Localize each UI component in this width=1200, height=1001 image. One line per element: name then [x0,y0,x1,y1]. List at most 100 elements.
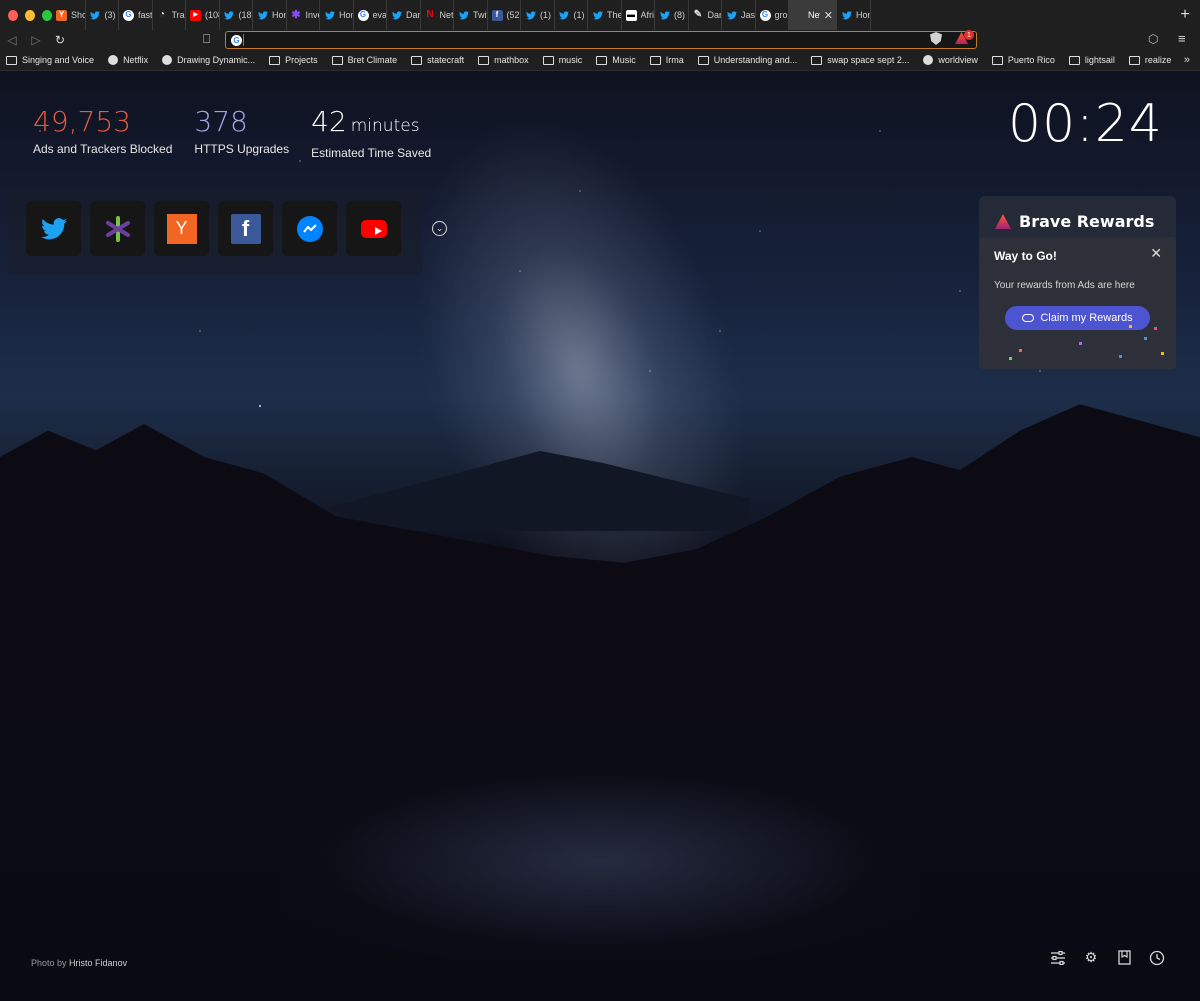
tab-label: New Ta [808,10,820,20]
bookmark-item[interactable]: Netflix [108,55,148,65]
tab[interactable]: Daniel [387,0,421,30]
bookmark-item[interactable]: realize [1128,55,1171,65]
folder-icon [269,55,281,65]
zoom-window-button[interactable] [42,9,52,21]
tab-label: Home [272,10,286,20]
top-site-youtube[interactable] [346,201,401,256]
globe-icon [923,55,934,65]
bookmark-item[interactable]: Bret Climate [331,55,397,65]
time-saved-stat: 42 minutes Estimated Time Saved [311,105,431,161]
top-site-twitter[interactable] [26,201,81,256]
tab[interactable]: Y Show [52,0,86,30]
twitter-icon [324,10,335,21]
bookmark-item[interactable]: Projects [269,55,318,65]
menu-icon[interactable]: ≡ [1178,31,1186,46]
claim-rewards-label: Claim my Rewards [1040,312,1133,324]
top-site-ycombinator[interactable]: Y [154,201,209,256]
tab-label: Twitte [473,10,487,20]
tab[interactable]: Gfast ca [119,0,153,30]
folder-icon [991,55,1003,65]
folder-icon [331,55,343,65]
back-button[interactable]: ◁ [0,33,24,47]
tab[interactable]: ◔ Tracy [153,0,186,30]
ycombinator-icon: Y [56,9,67,21]
bookmark-item[interactable]: mathbox [478,55,529,65]
reload-button[interactable]: ↻ [48,33,72,47]
tab[interactable]: Home [837,0,871,30]
bookmark-item[interactable]: music [542,55,582,65]
tab[interactable]: ✎ Daniel [689,0,722,30]
tab[interactable]: (18) H [220,0,253,30]
close-icon[interactable]: ✕ [1150,245,1162,262]
tab-label: Jason [741,10,755,20]
netflix-icon: N [426,9,434,20]
top-site-etrade[interactable] [90,201,145,256]
forward-button[interactable]: ▷ [24,33,48,47]
bookmarks-icon[interactable] [1116,949,1132,966]
bookmark-item[interactable]: Puerto Rico [991,55,1055,65]
rewards-title: Brave Rewards [1019,212,1155,231]
tab-label: (8) Ma [674,10,688,20]
tab[interactable]: Home [320,0,354,30]
tab[interactable]: ✱ Invest [287,0,320,30]
photo-credit: Photo by Hristo Fidanov [31,958,127,968]
customize-sliders-icon[interactable] [1050,949,1066,966]
bookmark-item[interactable]: Singing and Voice [6,55,94,65]
url-input[interactable] [252,34,976,46]
close-tab-icon[interactable]: ✕ [824,9,836,22]
tab[interactable]: Gevang [354,0,387,30]
time-saved-value: 42 [311,105,347,138]
tab[interactable]: (3) Da [86,0,119,30]
dash-icon: ▬ [625,9,637,21]
rewards-notification: Way to Go! ✕ Your rewards from Ads are h… [979,237,1176,369]
tab[interactable]: Twitte [454,0,488,30]
bookmark-item[interactable]: Irma [649,55,684,65]
tab[interactable]: f(52) F [488,0,521,30]
folder-icon [478,55,490,65]
lake-reflection [280,761,920,961]
bookmark-item[interactable]: statecraft [411,55,464,65]
tab[interactable]: (1) Ho [521,0,555,30]
bookmark-page-icon[interactable]: ⎕ [203,32,210,47]
bookmark-item[interactable]: Music [596,55,636,65]
tab-label: Show [71,10,85,20]
folder-icon [1068,55,1080,65]
history-icon[interactable] [1149,949,1165,966]
more-bookmarks-icon[interactable]: » [1184,54,1190,66]
tokens-icon [1022,314,1035,322]
top-site-facebook[interactable]: f [218,201,273,256]
tab[interactable]: The In [588,0,622,30]
tab[interactable]: N Netflix [421,0,454,30]
tab[interactable]: ▶ (108) [186,0,220,30]
close-window-button[interactable] [8,9,18,21]
google-icon: G [357,9,369,21]
bookmark-item[interactable]: worldview [923,55,978,65]
photographer-name[interactable]: Hristo Fidanov [69,958,127,968]
tab-label: Home [856,10,870,20]
minimize-window-button[interactable] [25,9,35,21]
settings-gear-icon[interactable]: ⚙ [1083,949,1099,966]
bookmark-label: Music [612,55,636,65]
tab[interactable]: Jason [722,0,756,30]
tab[interactable]: (1) Ho [555,0,588,30]
folder-icon [1128,55,1140,65]
tab[interactable]: Home [253,0,287,30]
tab-label: Home [339,10,353,20]
expand-top-sites-icon[interactable]: ⌄ [432,221,447,236]
bookmark-item[interactable]: Drawing Dynamic... [162,55,255,65]
bookmark-label: Netflix [123,55,149,65]
bookmark-label: Puerto Rico [1007,55,1055,65]
tab[interactable]: Ggrok - [756,0,789,30]
bookmark-item[interactable]: Understanding and... [697,55,797,65]
tab[interactable]: ▬Africa [622,0,655,30]
tab-active[interactable]: New Ta ✕ [789,0,837,30]
confetti [1009,357,1012,360]
new-tab-button[interactable]: + [1170,6,1200,24]
bookmark-item[interactable]: lightsail [1068,55,1115,65]
tab[interactable]: (8) Ma [655,0,689,30]
top-site-messenger[interactable] [282,201,337,256]
extension-cube-icon[interactable]: ⬡ [1148,32,1158,46]
address-bar[interactable]: G [225,31,977,49]
bookmark-item[interactable]: swap space sept 2... [811,55,909,65]
folder-icon [6,55,17,65]
